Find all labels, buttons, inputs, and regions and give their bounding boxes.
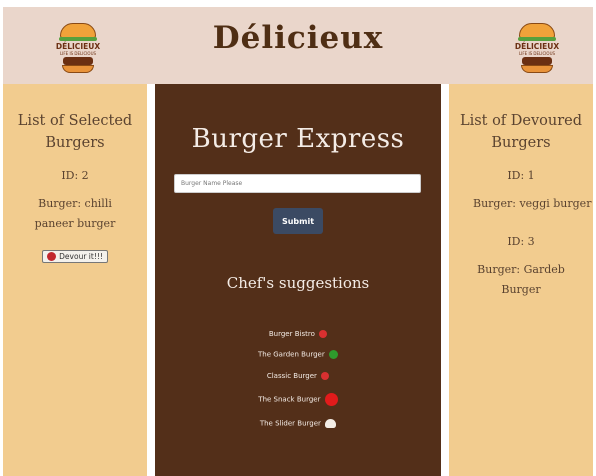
submit-button[interactable]: Submit xyxy=(273,208,323,234)
burger-icon xyxy=(47,252,57,261)
burger-red-small-icon xyxy=(321,372,330,380)
burger-express-panel: Burger Express Submit Chef's suggestions… xyxy=(155,84,441,476)
suggestion-item: The Snack Burger xyxy=(155,393,441,406)
devoured-burger-name: Burger: veggi burger xyxy=(473,197,592,210)
green-dot-icon xyxy=(328,350,338,359)
devoured-burger-id: ID: 3 xyxy=(507,235,535,248)
burger-red-large-icon xyxy=(324,393,338,406)
site-title: Délicieux xyxy=(212,20,384,56)
main-title: Burger Express xyxy=(191,124,405,154)
devoured-burgers-title: List of Devoured Burgers xyxy=(459,113,583,151)
selected-burgers-panel: List of Selected Burgers ID: 2 Burger: c… xyxy=(3,84,147,476)
devoured-burger-id: ID: 1 xyxy=(507,169,535,182)
selected-burger-name: Burger: chilli paneer burger xyxy=(34,197,116,230)
suggestion-item: The Slider Burger xyxy=(155,419,441,428)
suggestion-item: The Garden Burger xyxy=(155,350,441,359)
suggestion-item: Classic Burger xyxy=(155,372,441,380)
devoured-burgers-panel: List of Devoured Burgers ID: 1 Burger: v… xyxy=(449,84,593,476)
burger-red-small-icon xyxy=(319,330,328,338)
selected-burger-id: ID: 2 xyxy=(61,169,89,182)
devour-button[interactable]: Devour it!!! xyxy=(42,250,108,263)
burger-white-icon xyxy=(325,419,337,428)
devour-button-label: Devour it!!! xyxy=(59,252,103,261)
devoured-burger-name: Burger: Gardeb Burger xyxy=(477,263,565,296)
chef-suggestions-title: Chef's suggestions xyxy=(226,274,370,292)
burger-name-input[interactable] xyxy=(174,174,421,193)
selected-burgers-title: List of Selected Burgers xyxy=(17,113,133,151)
suggestion-item: Burger Bistro xyxy=(155,330,441,338)
